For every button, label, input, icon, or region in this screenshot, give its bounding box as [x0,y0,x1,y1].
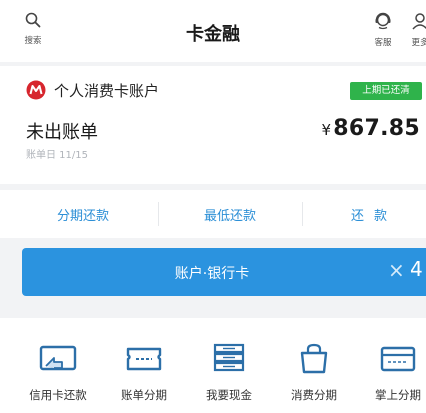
grid-item-label: 我要现金 [206,388,252,402]
repayment-actions: 分期还款 最低还款 还款 [0,190,426,238]
account-name: 个人消费卡账户 [54,82,160,100]
grid-item-label: 账单分期 [121,388,167,402]
grid-item-mobile-installment[interactable]: 掌上分期 [358,342,426,403]
grid-item-cash[interactable]: 我要现金 [189,342,269,403]
account-card[interactable]: 个人消费卡账户 上期已还清 未出账单 ¥867.85 账单日 11/15 [0,66,426,184]
close-icon[interactable]: × [388,258,405,282]
page-title: 卡金融 [186,24,240,45]
customer-service-label: 客服 [374,38,392,48]
bank-logo-icon [26,80,46,100]
grid-item-card-repay[interactable]: 信用卡还款 [18,342,98,403]
card-repay-icon [39,345,77,371]
banner-text: 账户·银行卡 [174,266,250,282]
top-bar: 搜索 卡金融 客服 更多 [0,0,426,62]
more-button[interactable]: 更多 [405,12,426,48]
customer-service-icon [375,12,391,30]
account-bankcard-banner[interactable]: 账户·银行卡 × 4 [22,248,426,296]
customer-service-button[interactable]: 客服 [368,12,398,48]
amount: ¥867.85 [321,116,420,141]
grid-item-label: 信用卡还款 [29,388,87,402]
divider [302,202,303,226]
more-label: 更多 [411,38,426,48]
bill-installment-icon [126,347,162,371]
status-badge: 上期已还清 [350,82,422,100]
repay-button[interactable]: 还款 [314,205,426,224]
bank-logo [26,80,46,104]
grid-item-label: 掌上分期 [375,388,421,402]
currency-symbol: ¥ [321,121,332,139]
grid-item-label: 消费分期 [291,388,337,402]
installment-repay-button[interactable]: 分期还款 [23,205,143,224]
banner-area: 账户·银行卡 × 4 [0,238,426,318]
divider [158,202,159,226]
shopping-bag-icon [300,343,328,374]
user-icon [412,13,426,30]
bill-status: 未出账单 [26,122,98,143]
bill-date: 账单日 11/15 [26,150,88,161]
amount-value: 867.85 [333,116,420,141]
function-grid: 信用卡还款 账单分期 我要现金 消费分期 掌上分期 [0,318,426,413]
grid-item-consumer-installment[interactable]: 消费分期 [274,342,354,403]
card-count: 4 [410,257,423,281]
cash-icon [213,343,245,372]
mobile-installment-icon [380,346,416,372]
minimum-repay-button[interactable]: 最低还款 [170,205,290,224]
grid-item-bill-installment[interactable]: 账单分期 [104,342,184,403]
